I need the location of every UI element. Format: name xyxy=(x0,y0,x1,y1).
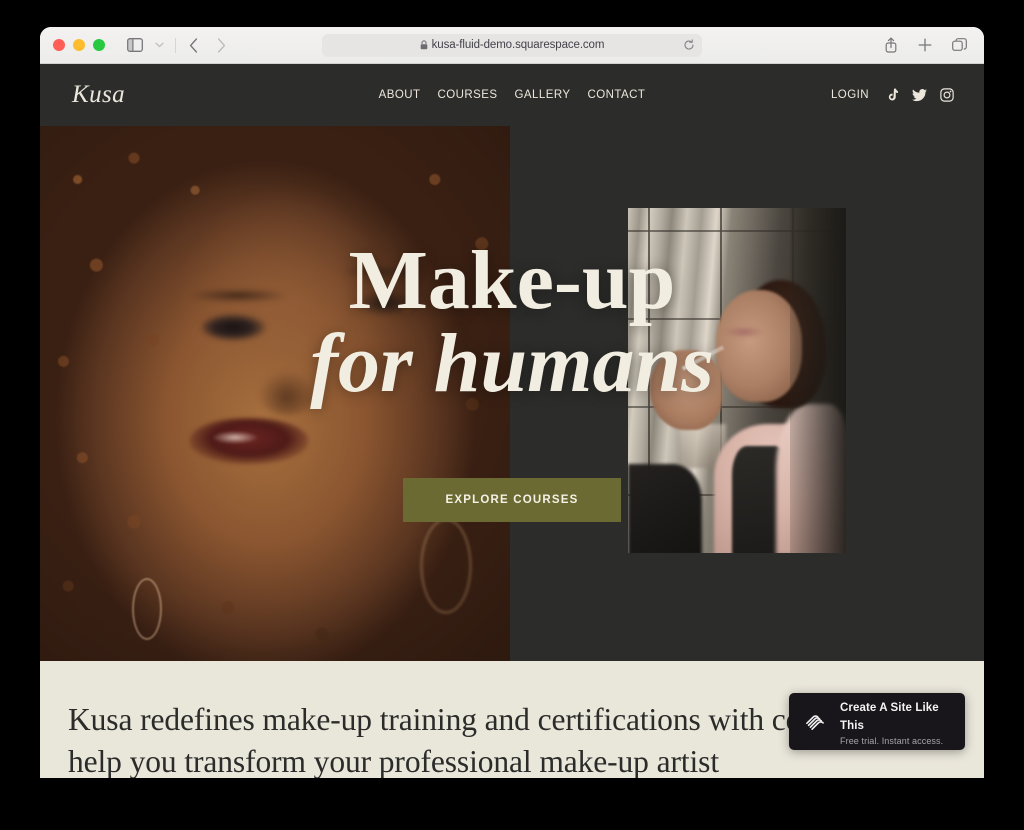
hero-section: Make-up for humans EXPLORE COURSES xyxy=(40,126,984,661)
hero-image-left xyxy=(40,126,510,661)
squarespace-promo-badge[interactable]: Create A Site Like This Free trial. Inst… xyxy=(789,693,965,750)
badge-subtitle: Free trial. Instant access. xyxy=(840,735,944,746)
photo-detail-artist-arm xyxy=(628,464,702,553)
browser-titlebar: kusa-fluid-demo.squarespace.com xyxy=(40,27,984,64)
login-link[interactable]: LOGIN xyxy=(831,89,869,101)
hero-image-right xyxy=(628,208,846,553)
chevron-down-icon[interactable] xyxy=(147,33,171,57)
nav-item-gallery[interactable]: GALLERY xyxy=(515,89,571,101)
hero-left-photo-vignette xyxy=(40,126,510,661)
lock-icon xyxy=(420,40,428,50)
forward-button[interactable] xyxy=(208,33,234,57)
nav-item-about[interactable]: ABOUT xyxy=(379,89,421,101)
page-viewport: Kusa ABOUT COURSES GALLERY CONTACT LOGIN xyxy=(40,64,984,778)
squarespace-badge-text: Create A Site Like This Free trial. Inst… xyxy=(840,698,951,746)
nav-buttons xyxy=(180,33,234,57)
instagram-icon[interactable] xyxy=(940,88,954,102)
plus-icon[interactable] xyxy=(913,33,937,57)
squarespace-logo-icon xyxy=(803,709,829,735)
photo-detail-artist-hand xyxy=(650,350,722,430)
twitter-icon[interactable] xyxy=(912,88,927,103)
tiktok-icon[interactable] xyxy=(885,88,899,103)
header-right-group: LOGIN xyxy=(831,88,954,103)
photo-detail-eyeshadow xyxy=(724,326,764,338)
badge-title: Create A Site Like This xyxy=(840,701,939,732)
site-logo[interactable]: Kusa xyxy=(70,81,125,109)
browser-window: kusa-fluid-demo.squarespace.com Kusa ABO… xyxy=(40,27,984,778)
window-controls xyxy=(53,39,105,51)
nav-item-courses[interactable]: COURSES xyxy=(437,89,497,101)
reload-icon[interactable] xyxy=(683,39,695,51)
browser-toolbar-right xyxy=(879,33,971,57)
url-text: kusa-fluid-demo.squarespace.com xyxy=(431,39,605,51)
address-bar[interactable]: kusa-fluid-demo.squarespace.com xyxy=(322,33,702,57)
site-header: Kusa ABOUT COURSES GALLERY CONTACT LOGIN xyxy=(40,64,984,126)
hero-right-photo-shadow xyxy=(790,208,846,553)
minimize-window-button[interactable] xyxy=(73,39,85,51)
back-button[interactable] xyxy=(180,33,206,57)
share-icon[interactable] xyxy=(879,33,903,57)
maximize-window-button[interactable] xyxy=(93,39,105,51)
close-window-button[interactable] xyxy=(53,39,65,51)
explore-courses-button[interactable]: EXPLORE COURSES xyxy=(403,478,621,522)
nav-item-contact[interactable]: CONTACT xyxy=(588,89,646,101)
tab-overview-icon[interactable] xyxy=(947,33,971,57)
sidebar-toggle-icon[interactable] xyxy=(123,33,147,57)
toolbar-divider xyxy=(175,37,176,53)
